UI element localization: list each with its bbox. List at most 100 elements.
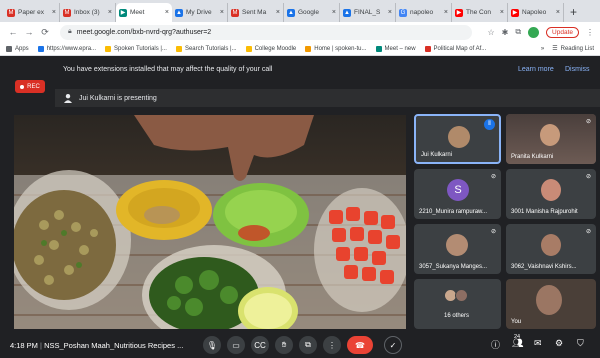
self-tile[interactable]: You xyxy=(506,279,596,329)
captions-icon: CC xyxy=(254,340,266,350)
tabs-container: M Paper ex × M Inbox (3) × ▶ Meet × ▲ My Drive × M Se… xyxy=(4,3,564,22)
bookmark-favicon-icon xyxy=(424,45,431,52)
tab-close-icon[interactable]: × xyxy=(165,9,169,16)
tab-close-icon[interactable]: × xyxy=(52,9,56,16)
tab-title: Google xyxy=(298,9,319,16)
participant-photo xyxy=(541,179,561,201)
host-controls-icon[interactable]: ⛉ xyxy=(577,338,584,349)
people-icon[interactable]: 👥︎ xyxy=(512,338,523,349)
end-call-button[interactable]: ☎︎ xyxy=(347,336,373,354)
browser-tab[interactable]: ▶ Meet × xyxy=(116,3,172,22)
learn-more-link[interactable]: Learn more xyxy=(518,66,554,73)
address-bar[interactable]: 🔒︎ meet.google.com/bxb-nvrd-qrg?authuser… xyxy=(60,24,473,40)
reading-list[interactable]: » ☰ Reading List xyxy=(541,45,594,53)
self-photo xyxy=(536,285,562,315)
captions-button[interactable]: CC xyxy=(251,336,269,354)
tab-favicon-icon: M xyxy=(7,8,15,17)
browser-tab[interactable]: M Sent Ma × xyxy=(228,3,284,22)
self-name: You xyxy=(511,319,522,325)
others-tile[interactable]: 16 others xyxy=(414,279,501,329)
tab-close-icon[interactable]: × xyxy=(220,9,224,16)
browser-tab[interactable]: M Paper ex × xyxy=(4,3,60,22)
bookmark-item[interactable]: Search Tutorials |... xyxy=(175,45,237,52)
participant-tile[interactable]: ⊘ 3001 Manisha Rajpurohit xyxy=(506,169,596,219)
more-options-button[interactable]: ⋮ xyxy=(323,336,341,354)
tab-favicon-icon: G xyxy=(399,8,407,17)
bookmark-item[interactable]: Meet – new xyxy=(375,45,416,52)
chat-icon[interactable]: ✉︎ xyxy=(534,338,542,349)
tab-close-icon[interactable]: × xyxy=(556,9,560,16)
tab-close-icon[interactable]: × xyxy=(444,9,448,16)
participant-photo xyxy=(541,234,561,256)
check-icon: ✓ xyxy=(389,340,397,350)
profile-avatar[interactable] xyxy=(528,26,540,38)
tab-favicon-icon: ▲ xyxy=(175,8,183,17)
bookmark-favicon-icon xyxy=(37,45,44,52)
browser-tab-strip: M Paper ex × M Inbox (3) × ▶ Meet × ▲ My Drive × M Se… xyxy=(0,0,600,22)
tab-favicon-icon: M xyxy=(231,8,239,17)
tab-close-icon[interactable]: × xyxy=(388,9,392,16)
participant-tile[interactable]: ⦀ Jui Kulkarni xyxy=(414,114,501,164)
bookmark-item[interactable]: Spoken Tutorials |... xyxy=(105,45,167,52)
update-button[interactable]: Update xyxy=(546,26,579,38)
camera-button[interactable]: ▭ xyxy=(227,336,245,354)
activities-icon[interactable]: ⚙︎ xyxy=(555,338,563,349)
tab-close-icon[interactable]: × xyxy=(108,9,112,16)
record-dot-icon xyxy=(20,84,25,89)
meeting-time: 4:18 PM xyxy=(10,341,38,350)
tab-title: My Drive xyxy=(186,9,212,16)
dismiss-button[interactable]: Dismiss xyxy=(565,66,590,73)
raise-hand-button[interactable]: ✋︎ xyxy=(275,336,293,354)
bookmark-item[interactable]: College Moodle xyxy=(245,45,297,52)
reading-list-label: Reading List xyxy=(560,45,594,52)
tab-close-icon[interactable]: × xyxy=(332,9,336,16)
bookmark-favicon-icon xyxy=(105,45,112,52)
browser-tab[interactable]: ▶ The Con × xyxy=(452,3,508,22)
participant-tile[interactable]: ⊘ 3057_Sukanya Manges... xyxy=(414,224,501,274)
bookmark-favicon-icon xyxy=(305,45,312,52)
participant-name: 2210_Munira rampuraw... xyxy=(419,209,488,215)
tab-title: The Con xyxy=(466,9,491,16)
browser-tab[interactable]: ▲ My Drive × xyxy=(172,3,228,22)
bookmark-label: Meet – new xyxy=(384,45,416,52)
bookmark-item[interactable]: Apps xyxy=(6,45,29,52)
browser-tab[interactable]: ▲ FINAL_S × xyxy=(340,3,396,22)
back-icon[interactable]: ← xyxy=(6,27,20,37)
meeting-title: NSS_Poshan Maah_Nutritious Recipes ... xyxy=(44,341,184,350)
tab-favicon-icon: ▲ xyxy=(287,8,295,17)
present-button[interactable]: ⧉ xyxy=(299,336,317,354)
bookmark-label: College Moodle xyxy=(254,45,297,52)
present-icon: ⧉ xyxy=(305,340,311,349)
tab-close-icon[interactable]: × xyxy=(500,9,504,16)
mic-off-icon: ⊘ xyxy=(585,229,591,235)
meeting-details-icon[interactable]: ⓘ xyxy=(491,338,500,351)
bookmark-item[interactable]: Political Map of Af... xyxy=(424,45,486,52)
bookmark-star-icon[interactable]: ☆ xyxy=(487,28,494,37)
meeting-info: 4:18 PM | NSS_Poshan Maah_Nutritious Rec… xyxy=(10,341,183,350)
browser-tab[interactable]: Gnapoleo × xyxy=(396,3,452,22)
bookmark-favicon-icon xyxy=(175,45,182,52)
end-call-icon: ☎︎ xyxy=(355,340,365,350)
tab-title: Napoleo xyxy=(522,9,547,16)
extension-icon[interactable]: ✱ xyxy=(502,28,509,37)
browser-tab[interactable]: ▶ Napoleo × xyxy=(508,3,564,22)
browser-toolbar: ← → ⟳ 🔒︎ meet.google.com/bxb-nvrd-qrg?au… xyxy=(0,22,600,42)
extra-control-button[interactable]: ✓ xyxy=(384,336,402,354)
browser-tab[interactable]: ▲ Google × xyxy=(284,3,340,22)
participant-tile[interactable]: ⊘ Pranita Kulkarni xyxy=(506,114,596,164)
participant-tile[interactable]: S ⊘ 2210_Munira rampuraw... xyxy=(414,169,501,219)
bookmark-item[interactable]: https://www.epra... xyxy=(37,45,97,52)
participant-name: Pranita Kulkarni xyxy=(511,154,554,160)
menu-icon[interactable]: ⋮ xyxy=(586,28,594,37)
browser-tab[interactable]: M Inbox (3) × xyxy=(60,3,116,22)
participant-tile[interactable]: ⊘ 3062_Vaishnavi Kshirs... xyxy=(506,224,596,274)
bookmark-item[interactable]: Home | spoken-tu... xyxy=(305,45,367,52)
reload-icon[interactable]: ⟳ xyxy=(38,27,52,38)
tab-favicon-icon: ▶ xyxy=(511,8,519,17)
forward-icon[interactable]: → xyxy=(22,27,36,37)
bookmark-label: https://www.epra... xyxy=(46,45,97,52)
new-tab-button[interactable]: + xyxy=(564,3,583,22)
mic-button[interactable]: 🎙︎ xyxy=(203,336,221,354)
tab-close-icon[interactable]: × xyxy=(276,9,280,16)
puzzle-icon[interactable]: ⧉ xyxy=(515,27,521,37)
